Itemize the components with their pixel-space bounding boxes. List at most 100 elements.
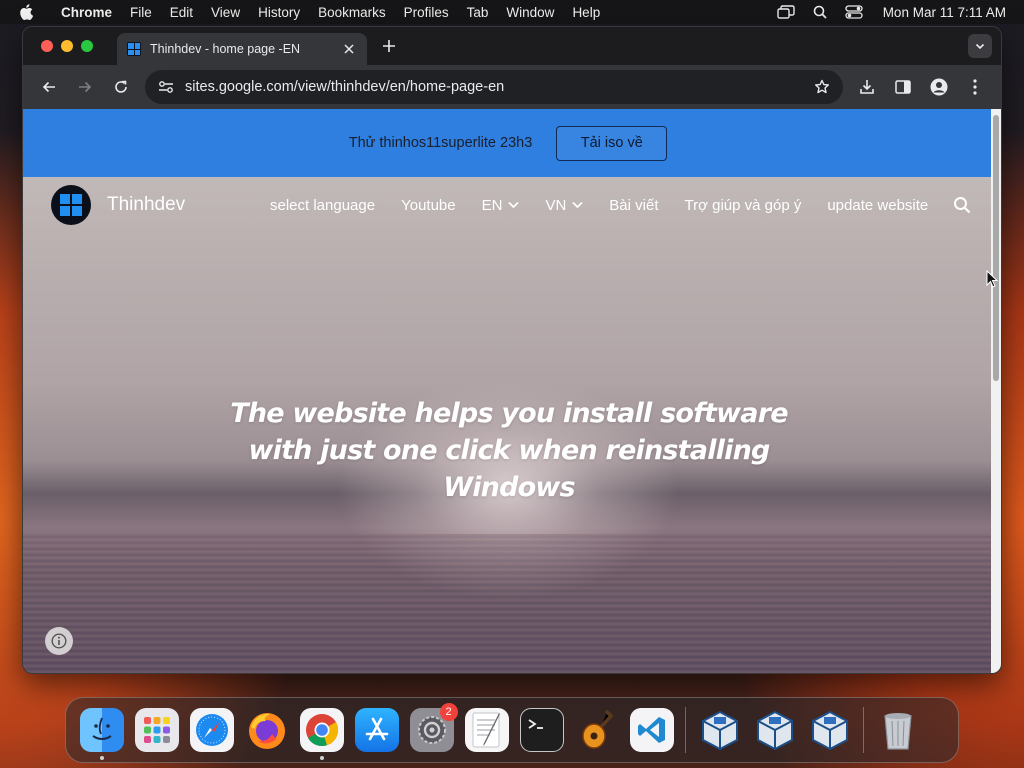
site-title[interactable]: Thinhdev (107, 194, 257, 216)
menu-window[interactable]: Window (497, 5, 563, 20)
reload-icon (115, 80, 127, 93)
address-bar[interactable]: sites.google.com/view/thinhdev/en/home-p… (145, 70, 843, 104)
back-button[interactable] (31, 71, 67, 103)
tab-strip: Thinhdev - home page -EN (23, 27, 1001, 65)
maximize-window-button[interactable] (81, 40, 93, 52)
menu-bar: Chrome File Edit View History Bookmarks … (0, 0, 1024, 24)
menu-view[interactable]: View (202, 5, 249, 20)
hero-background-sea (23, 534, 993, 673)
url-text[interactable]: sites.google.com/view/thinhdev/en/home-p… (185, 79, 811, 95)
chevron-down-icon (975, 43, 985, 50)
menu-app-name[interactable]: Chrome (52, 5, 121, 20)
nav-select-language[interactable]: select language (257, 197, 388, 214)
profile-avatar-icon (930, 78, 948, 96)
dock-safari[interactable] (189, 708, 234, 752)
menu-bookmarks[interactable]: Bookmarks (309, 5, 395, 20)
menu-file[interactable]: File (121, 5, 161, 20)
hero-heading: The website helps you install software w… (230, 398, 788, 503)
dock-launchpad[interactable] (134, 708, 179, 752)
dock-terminal[interactable] (519, 708, 564, 752)
nav-links: select language Youtube EN VN Bài viết T… (257, 197, 941, 214)
running-indicator (99, 756, 104, 760)
side-panel-button[interactable] (885, 71, 921, 103)
dock-trash[interactable] (876, 708, 920, 752)
launchpad-icon (143, 717, 170, 743)
scrollbar-thumb[interactable] (993, 115, 999, 381)
menu-edit[interactable]: Edit (161, 5, 202, 20)
vscode-icon (637, 717, 665, 743)
browser-toolbar: sites.google.com/view/thinhdev/en/home-p… (23, 65, 1001, 109)
chevron-down-icon (508, 201, 520, 209)
chrome-window: Thinhdev - home page -EN sites.google.co… (22, 26, 1002, 674)
nav-en-dropdown[interactable]: EN (469, 197, 533, 214)
nav-youtube[interactable]: Youtube (388, 197, 469, 214)
dock-separator (863, 707, 864, 753)
screen-mirroring-icon[interactable] (771, 1, 801, 23)
dock-vscode[interactable] (629, 708, 674, 752)
site-info-icon[interactable] (155, 80, 177, 94)
chrome-icon (305, 714, 338, 747)
dock-system-settings[interactable]: 2 (409, 703, 458, 752)
terminal-icon (528, 719, 543, 729)
site-favicon-icon (127, 42, 141, 56)
status-area: Mon Mar 11 7:11 AM (771, 1, 1024, 23)
close-tab-icon[interactable] (341, 41, 357, 57)
download-icon (860, 80, 874, 94)
new-tab-button[interactable] (375, 32, 403, 60)
dock-firefox[interactable] (245, 708, 289, 752)
menu-profiles[interactable]: Profiles (395, 5, 458, 20)
chrome-menu-button[interactable] (957, 71, 993, 103)
search-icon[interactable] (951, 196, 973, 214)
tab-title: Thinhdev - home page -EN (150, 42, 301, 56)
bookmark-star-icon[interactable] (811, 79, 833, 95)
nav-update-website[interactable]: update website (814, 197, 941, 214)
dock-virtualbox-3[interactable] (808, 708, 852, 752)
dock-garageband[interactable] (575, 708, 619, 752)
nav-vn-dropdown[interactable]: VN (532, 197, 596, 214)
finder-icon (91, 717, 112, 740)
minimize-window-button[interactable] (61, 40, 73, 52)
menu-history[interactable]: History (249, 5, 309, 20)
nav-tro-giup[interactable]: Trợ giúp và góp ý (672, 197, 815, 214)
menubar-clock[interactable]: Mon Mar 11 7:11 AM (883, 5, 1006, 20)
site-navigation: Thinhdev select language Youtube EN VN B… (23, 177, 993, 233)
forward-button[interactable] (67, 71, 103, 103)
menu-help[interactable]: Help (563, 5, 609, 20)
reload-button[interactable] (103, 71, 139, 103)
dock-finder[interactable] (79, 708, 124, 760)
virtualbox-icon (756, 710, 793, 751)
guitar-icon (581, 710, 613, 749)
control-center-icon[interactable] (839, 1, 869, 23)
tab-active[interactable]: Thinhdev - home page -EN (117, 33, 367, 65)
menu-tab[interactable]: Tab (458, 5, 498, 20)
info-icon[interactable] (45, 627, 73, 655)
web-page: Thử thinhos11superlite 23h3 Tải iso về T… (23, 109, 993, 673)
side-panel-icon (895, 80, 911, 94)
profile-button[interactable] (921, 71, 957, 103)
windows-logo-icon (60, 194, 82, 216)
window-controls (23, 40, 111, 52)
firefox-icon (248, 713, 285, 749)
nav-bai-viet[interactable]: Bài viết (596, 197, 671, 214)
page-scrollbar[interactable] (991, 109, 1001, 673)
notification-badge: 2 (439, 703, 458, 721)
toolbar-actions (849, 71, 993, 103)
mouse-cursor-icon (986, 269, 999, 293)
apple-menu-icon[interactable] (0, 4, 52, 20)
virtualbox-icon (701, 710, 738, 751)
more-vert-icon (973, 79, 977, 95)
tab-search-button[interactable] (968, 34, 992, 58)
close-window-button[interactable] (41, 40, 53, 52)
dock-textedit[interactable] (464, 708, 509, 752)
download-iso-button[interactable]: Tải iso về (556, 125, 668, 161)
dock-app-store[interactable] (354, 708, 399, 752)
dock-chrome[interactable] (299, 708, 344, 760)
dock-virtualbox-1[interactable] (698, 708, 742, 752)
nav-en-label: EN (481, 196, 503, 214)
arrow-left-icon (42, 81, 55, 93)
site-logo[interactable] (51, 185, 91, 225)
chevron-down-icon (572, 201, 583, 209)
dock-virtualbox-2[interactable] (753, 708, 797, 752)
spotlight-search-icon[interactable] (805, 1, 835, 23)
downloads-button[interactable] (849, 71, 885, 103)
